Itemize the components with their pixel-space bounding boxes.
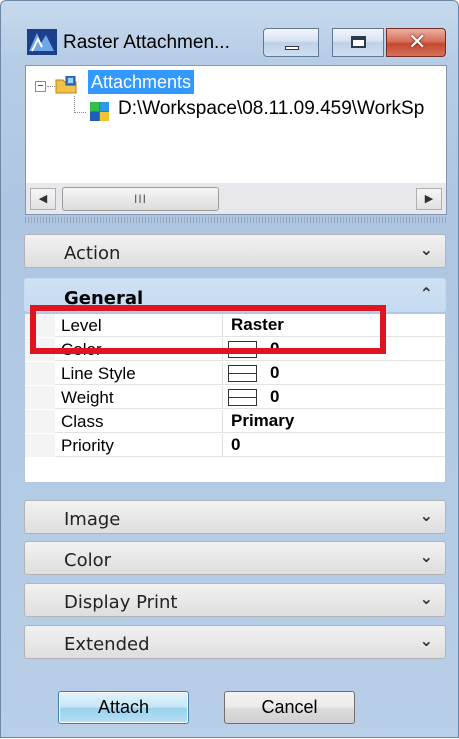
line-weight-icon[interactable] xyxy=(228,389,257,406)
property-value[interactable]: 0 xyxy=(270,387,279,407)
window-title: Raster Attachmen... xyxy=(63,32,230,53)
maximize-button[interactable] xyxy=(332,28,384,57)
panel-header-color[interactable]: Color ⌄ xyxy=(24,541,446,575)
column-divider xyxy=(222,362,223,385)
highlight-annotation xyxy=(30,305,386,354)
property-row-line-style[interactable]: Line Style 0 xyxy=(25,362,445,385)
maximize-icon xyxy=(351,36,366,48)
close-button[interactable]: ✕ xyxy=(386,28,446,57)
scroll-left-icon[interactable]: ◀ xyxy=(30,188,56,210)
chevron-down-icon: ⌄ xyxy=(419,506,433,525)
panel-label-extended: Extended xyxy=(64,634,150,655)
panel-header-extended[interactable]: Extended ⌄ xyxy=(24,625,446,659)
folder-icon xyxy=(55,76,77,94)
app-logo-icon xyxy=(27,29,57,55)
attachments-tree[interactable]: − Attachments D:\Workspace\08.11.09.459\… xyxy=(25,65,447,183)
raster-file-icon xyxy=(90,102,109,121)
property-value[interactable]: 0 xyxy=(231,435,240,455)
panel-label-action: Action xyxy=(64,243,121,264)
panel-header-image[interactable]: Image ⌄ xyxy=(24,500,446,534)
column-divider xyxy=(222,410,223,433)
chevron-down-icon: ⌄ xyxy=(419,631,433,650)
chevron-down-icon: ⌄ xyxy=(419,547,433,566)
property-row-priority[interactable]: Priority 0 xyxy=(25,434,445,457)
panel-header-action[interactable]: Action ⌄ xyxy=(24,234,446,268)
chevron-up-icon: ⌃ xyxy=(419,284,433,303)
tree-connector xyxy=(74,112,86,113)
property-row-weight[interactable]: Weight 0 xyxy=(25,386,445,409)
splitter-handle[interactable] xyxy=(25,217,447,223)
property-label: Weight xyxy=(61,388,114,407)
panel-label-color: Color xyxy=(64,550,111,571)
property-label: Priority xyxy=(61,436,114,455)
button-bar: Attach Cancel xyxy=(24,681,446,739)
minimize-button[interactable] xyxy=(263,28,319,57)
minimize-icon xyxy=(285,46,299,50)
column-divider xyxy=(222,434,223,457)
collapse-icon[interactable]: − xyxy=(35,81,46,92)
scroll-thumb[interactable]: III xyxy=(62,187,219,211)
tree-item-raster-file[interactable]: D:\Workspace\08.11.09.459\WorkSp xyxy=(118,98,424,120)
close-icon: ✕ xyxy=(408,30,427,55)
raster-attachments-window: Raster Attachmen... ✕ − Attachments D:\W xyxy=(0,0,459,738)
title-bar[interactable]: Raster Attachmen... ✕ xyxy=(1,1,459,63)
line-style-icon[interactable] xyxy=(228,365,257,382)
tree-connector xyxy=(74,96,75,113)
chevron-down-icon: ⌄ xyxy=(419,589,433,608)
row-gutter xyxy=(25,362,55,385)
property-label: Line Style xyxy=(61,364,136,383)
panel-label-image: Image xyxy=(64,509,121,530)
row-gutter xyxy=(25,434,55,457)
horizontal-scrollbar[interactable]: ◀ III ▶ xyxy=(25,183,447,215)
property-value[interactable]: 0 xyxy=(270,363,279,383)
property-row-class[interactable]: Class Primary xyxy=(25,410,445,433)
chevron-down-icon: ⌄ xyxy=(419,240,433,259)
tree-item-attachments[interactable]: Attachments xyxy=(88,70,195,94)
row-gutter xyxy=(25,410,55,433)
cancel-button[interactable]: Cancel xyxy=(224,691,355,724)
panel-header-display-print[interactable]: Display Print ⌄ xyxy=(24,583,446,617)
attach-button[interactable]: Attach xyxy=(58,691,189,724)
property-value[interactable]: Primary xyxy=(231,411,294,431)
column-divider xyxy=(222,386,223,409)
scroll-right-icon[interactable]: ▶ xyxy=(416,188,442,210)
tree-connector xyxy=(47,86,55,87)
property-label: Class xyxy=(61,412,104,431)
panel-label-display-print: Display Print xyxy=(64,592,178,613)
row-gutter xyxy=(25,386,55,409)
